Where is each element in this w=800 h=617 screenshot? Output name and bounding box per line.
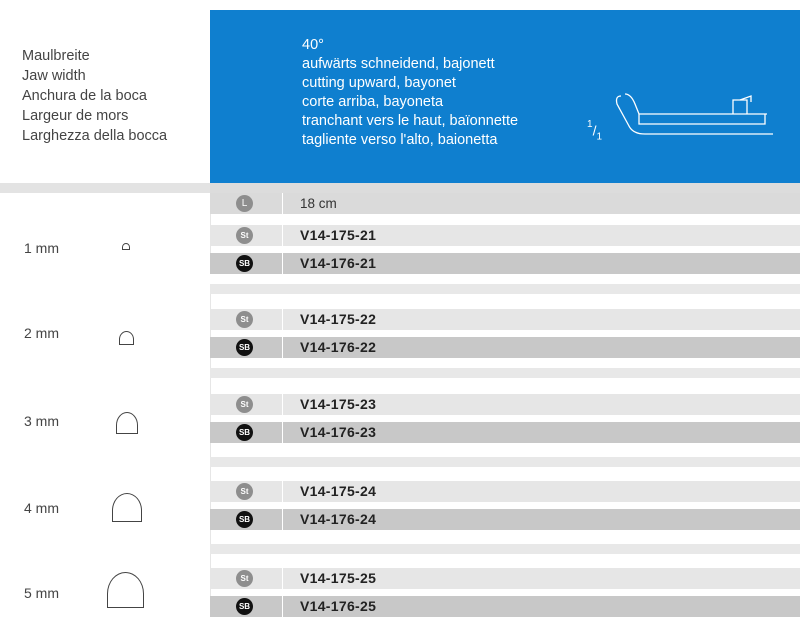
sb-badge: SB bbox=[236, 511, 253, 528]
scale-denominator: 1 bbox=[596, 131, 603, 143]
product-header: 40° aufwärts schneidend, bajonett cuttin… bbox=[210, 10, 800, 183]
jaw-width-label-fr: Largeur de mors bbox=[22, 108, 129, 124]
badge-cell: L bbox=[210, 193, 282, 214]
group-band bbox=[210, 457, 800, 467]
group-band bbox=[210, 368, 800, 378]
description-it: tagliente verso l'alto, baionetta bbox=[302, 132, 498, 148]
description-de: aufwärts schneidend, bajonett bbox=[302, 56, 495, 72]
size-label-3mm: 3 mm bbox=[24, 413, 59, 429]
article-code: V14-176-25 bbox=[300, 598, 377, 614]
column-separator bbox=[282, 394, 283, 415]
size-label-5mm: 5 mm bbox=[24, 585, 59, 601]
st-row-4mm: St V14-175-24 bbox=[210, 481, 800, 502]
st-badge: St bbox=[236, 570, 253, 587]
article-code: V14-175-25 bbox=[300, 570, 377, 586]
badge-cell: St bbox=[210, 225, 282, 246]
column-separator bbox=[282, 568, 283, 589]
length-badge: L bbox=[236, 195, 253, 212]
article-code: V14-176-21 bbox=[300, 255, 377, 271]
jaw-width-label-it: Larghezza della bocca bbox=[22, 128, 168, 144]
scale-indicator: 1/1 bbox=[587, 119, 603, 143]
badge-cell: St bbox=[210, 394, 282, 415]
column-separator bbox=[282, 193, 283, 214]
product-description: 40° aufwärts schneidend, bajonett cuttin… bbox=[302, 36, 518, 150]
st-badge: St bbox=[236, 483, 253, 500]
scale-numerator: 1 bbox=[587, 119, 593, 130]
badge-cell: SB bbox=[210, 337, 282, 358]
row-spacer bbox=[210, 274, 800, 284]
st-row-2mm: St V14-175-22 bbox=[210, 309, 800, 330]
jaw-width-label-es: Anchura de la boca bbox=[22, 88, 147, 104]
column-separator bbox=[282, 309, 283, 330]
size-label-1mm: 1 mm bbox=[24, 240, 59, 256]
length-value: 18 cm bbox=[300, 196, 337, 211]
sb-row-1mm: SB V14-176-21 bbox=[210, 253, 800, 274]
st-badge: St bbox=[236, 396, 253, 413]
group-band bbox=[210, 544, 800, 554]
column-separator bbox=[282, 509, 283, 530]
length-row: L 18 cm bbox=[210, 193, 800, 214]
sb-badge: SB bbox=[236, 255, 253, 272]
article-code: V14-176-23 bbox=[300, 424, 377, 440]
badge-cell: SB bbox=[210, 596, 282, 617]
badge-cell: SB bbox=[210, 509, 282, 530]
sb-row-4mm: SB V14-176-24 bbox=[210, 509, 800, 530]
sb-row-3mm: SB V14-176-23 bbox=[210, 422, 800, 443]
sb-row-5mm: SB V14-176-25 bbox=[210, 596, 800, 617]
st-row-1mm: St V14-175-21 bbox=[210, 225, 800, 246]
group-band bbox=[210, 284, 800, 294]
article-code: V14-175-22 bbox=[300, 311, 377, 327]
size-label-4mm: 4 mm bbox=[24, 500, 59, 516]
jaw-profile-icon bbox=[107, 572, 144, 608]
article-code: V14-176-24 bbox=[300, 511, 377, 527]
column-separator bbox=[282, 481, 283, 502]
article-code: V14-175-23 bbox=[300, 396, 377, 412]
description-en: cutting upward, bayonet bbox=[302, 75, 456, 91]
st-row-5mm: St V14-175-25 bbox=[210, 568, 800, 589]
cutting-angle: 40° bbox=[302, 37, 324, 53]
badge-cell: St bbox=[210, 309, 282, 330]
size-label-2mm: 2 mm bbox=[24, 325, 59, 341]
st-badge: St bbox=[236, 311, 253, 328]
article-code: V14-175-24 bbox=[300, 483, 377, 499]
left-header-divider bbox=[0, 183, 210, 193]
sb-row-2mm: SB V14-176-22 bbox=[210, 337, 800, 358]
table-top-band bbox=[210, 183, 800, 193]
badge-cell: SB bbox=[210, 422, 282, 443]
jaw-profile-icon bbox=[119, 331, 134, 345]
jaw-profile-icon bbox=[116, 412, 138, 434]
st-row-3mm: St V14-175-23 bbox=[210, 394, 800, 415]
column-separator bbox=[282, 225, 283, 246]
column-separator bbox=[282, 596, 283, 617]
column-separator bbox=[282, 422, 283, 443]
badge-cell: SB bbox=[210, 253, 282, 274]
jaw-width-heading: Maulbreite Jaw width Anchura de la boca … bbox=[22, 46, 167, 146]
sb-badge: SB bbox=[236, 339, 253, 356]
badge-cell: St bbox=[210, 568, 282, 589]
description-fr: tranchant vers le haut, baïonnette bbox=[302, 113, 519, 129]
sb-badge: SB bbox=[236, 424, 253, 441]
sb-badge: SB bbox=[236, 598, 253, 615]
column-separator bbox=[282, 337, 283, 358]
jaw-width-label-de: Maulbreite bbox=[22, 48, 90, 64]
st-badge: St bbox=[236, 227, 253, 244]
jaw-profile-icon bbox=[112, 493, 142, 522]
article-code: V14-176-22 bbox=[300, 339, 377, 355]
column-separator bbox=[282, 253, 283, 274]
rongeur-instrument-icon bbox=[615, 93, 773, 135]
description-es: corte arriba, bayoneta bbox=[302, 94, 444, 110]
jaw-profile-icon bbox=[122, 243, 130, 250]
jaw-width-label-en: Jaw width bbox=[22, 68, 86, 84]
article-code: V14-175-21 bbox=[300, 227, 377, 243]
badge-cell: St bbox=[210, 481, 282, 502]
